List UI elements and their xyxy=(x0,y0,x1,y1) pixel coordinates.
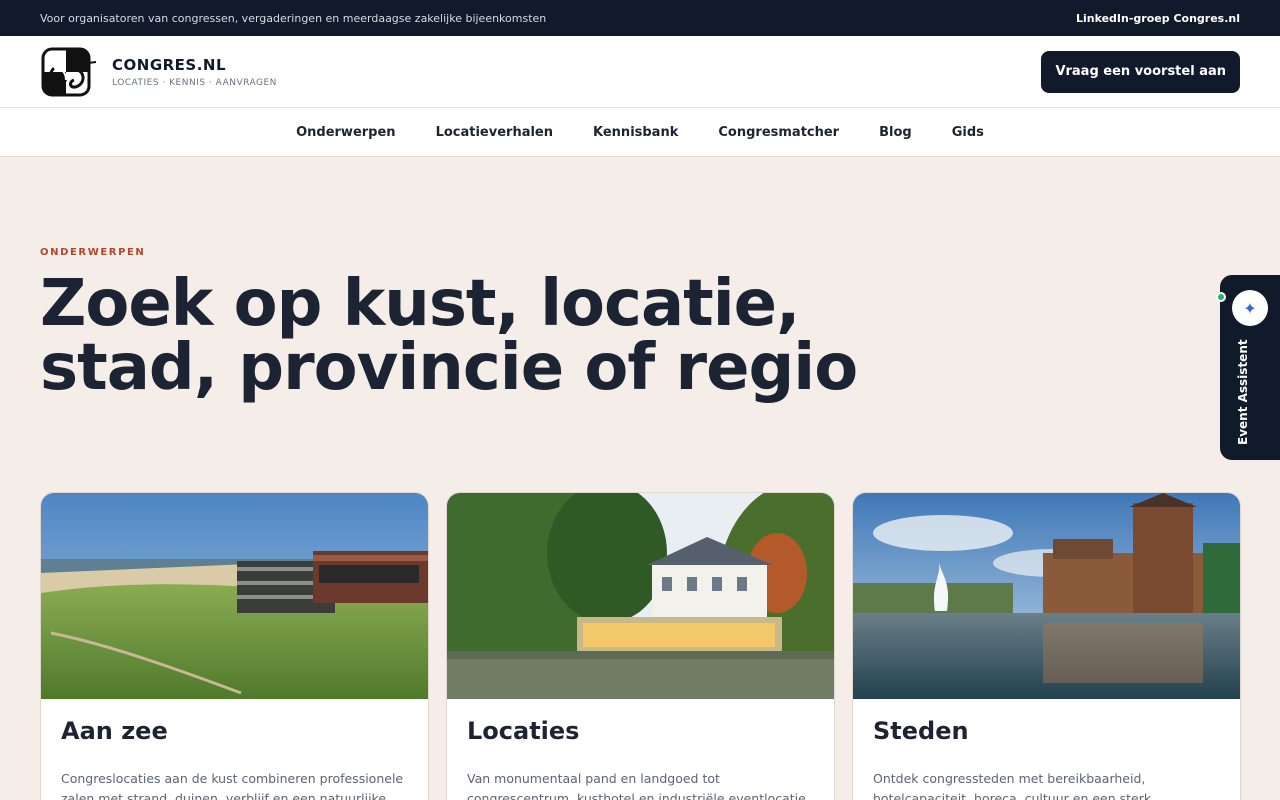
nav-item-onderwerpen[interactable]: Onderwerpen xyxy=(296,125,395,140)
top-bar: Voor organisatoren van congressen, verga… xyxy=(0,0,1280,36)
request-proposal-button[interactable]: Vraag een voorstel aan xyxy=(1041,50,1240,93)
sparkle-icon: ✦ xyxy=(1232,290,1268,326)
site-header: CONGRES.NL LOCATIES · KENNIS · AANVRAGEN… xyxy=(0,36,1280,108)
city-image xyxy=(853,493,1240,699)
nav-item-blog[interactable]: Blog xyxy=(879,125,912,140)
top-bar-tagline: Voor organisatoren van congressen, verga… xyxy=(40,11,547,25)
brand-home-link[interactable]: CONGRES.NL LOCATIES · KENNIS · AANVRAGEN xyxy=(40,46,277,98)
online-status-dot xyxy=(1216,292,1226,302)
topic-card-aan-zee[interactable]: Aan zee Congreslocaties aan de kust comb… xyxy=(40,492,429,800)
brand-tagline: LOCATIES · KENNIS · AANVRAGEN xyxy=(112,77,277,88)
hero-eyebrow: ONDERWERPEN xyxy=(40,247,146,258)
brand-name: CONGRES.NL xyxy=(112,55,227,74)
nav-item-kennisbank[interactable]: Kennisbank xyxy=(593,125,678,140)
card-title: Aan zee xyxy=(61,717,168,745)
topic-card-locaties[interactable]: Locaties Van monumentaal pand en landgoe… xyxy=(446,492,835,800)
nav-item-locatieverhalen[interactable]: Locatieverhalen xyxy=(436,125,553,140)
linkedin-group-link[interactable]: LinkedIn-groep Congres.nl xyxy=(1076,12,1240,25)
card-description: Congreslocaties aan de kust combineren p… xyxy=(61,771,404,800)
event-assistant-label: Event Assistent xyxy=(1236,339,1250,445)
topic-cards: Aan zee Congreslocaties aan de kust comb… xyxy=(40,492,1241,800)
page-title: Zoek op kust, locatie, stad, provincie o… xyxy=(40,267,858,405)
nav-item-congresmatcher[interactable]: Congresmatcher xyxy=(718,125,839,140)
card-title: Steden xyxy=(873,717,969,745)
congres-logo-icon xyxy=(41,47,97,96)
card-description: Ontdek congressteden met bereikbaarheid,… xyxy=(873,771,1152,800)
nav-item-gids[interactable]: Gids xyxy=(952,125,984,140)
event-assistant-tab[interactable]: ✦ Event Assistent xyxy=(1216,275,1280,460)
card-title: Locaties xyxy=(467,717,580,745)
estate-image xyxy=(447,493,834,699)
card-description: Van monumentaal pand en landgoed tot con… xyxy=(467,771,806,800)
topic-card-steden[interactable]: Steden Ontdek congressteden met bereikba… xyxy=(852,492,1241,800)
main-nav: Onderwerpen Locatieverhalen Kennisbank C… xyxy=(0,108,1280,157)
coast-image xyxy=(41,493,428,699)
